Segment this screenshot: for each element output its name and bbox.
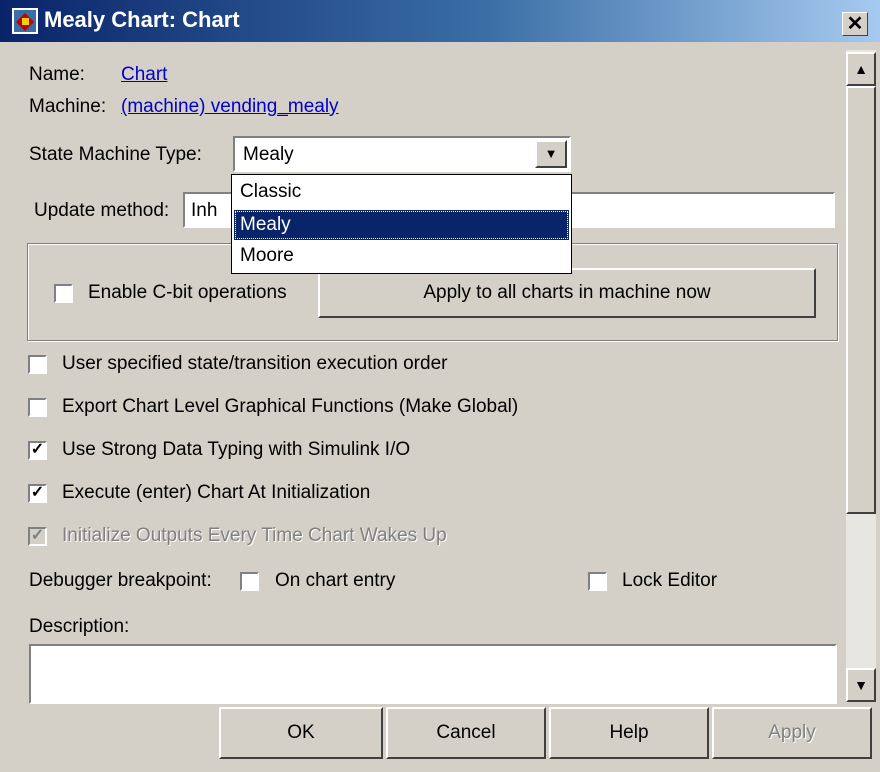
name-label: Name:: [29, 64, 85, 85]
lock-editor-label: Lock Editor: [622, 570, 718, 591]
ok-button[interactable]: OK: [219, 707, 383, 759]
option-moore[interactable]: Moore: [234, 241, 569, 271]
option-mealy[interactable]: Mealy: [234, 210, 569, 240]
apply-to-all-button[interactable]: Apply to all charts in machine now: [318, 268, 816, 318]
execution-order-checkbox[interactable]: [28, 355, 47, 374]
state-machine-type-select[interactable]: Mealy ▼: [233, 136, 571, 172]
check-icon: ✓: [30, 441, 45, 458]
cbit-checkbox[interactable]: [54, 284, 73, 303]
state-machine-type-label: State Machine Type:: [29, 144, 202, 165]
state-machine-type-dropdown-list: Classic Mealy Moore: [231, 174, 572, 274]
export-functions-checkbox[interactable]: [28, 398, 47, 417]
machine-label: Machine:: [29, 96, 107, 117]
chart-entry-label: On chart entry: [275, 570, 396, 591]
chart-name-link[interactable]: Chart: [121, 64, 167, 86]
description-textarea[interactable]: [29, 644, 837, 704]
scroll-down-icon[interactable]: ▼: [846, 668, 876, 702]
chart-entry-checkbox[interactable]: [240, 572, 259, 591]
machine-link[interactable]: (machine) vending_mealy: [121, 96, 339, 118]
strong-typing-checkbox[interactable]: ✓: [28, 441, 47, 460]
cbit-label: Enable C-bit operations: [88, 282, 287, 303]
export-functions-label: Export Chart Level Graphical Functions (…: [62, 396, 519, 417]
scroll-up-icon[interactable]: ▲: [846, 52, 876, 86]
option-classic[interactable]: Classic: [234, 177, 569, 207]
debugger-label: Debugger breakpoint:: [29, 570, 212, 591]
dropdown-arrow-icon[interactable]: ▼: [535, 140, 567, 168]
check-icon: ✓: [30, 527, 45, 544]
update-method-label: Update method:: [34, 200, 170, 221]
close-icon[interactable]: ✕: [842, 12, 868, 36]
update-method-value: Inh: [191, 200, 218, 221]
strong-typing-label: Use Strong Data Typing with Simulink I/O: [62, 439, 411, 460]
description-label: Description:: [29, 616, 130, 637]
state-machine-type-value: Mealy: [243, 144, 294, 165]
window-title: Mealy Chart: Chart: [44, 7, 240, 32]
execution-order-label: User specified state/transition executio…: [62, 353, 448, 374]
execute-at-init-label: Execute (enter) Chart At Initialization: [62, 482, 371, 503]
stateflow-app-icon: [12, 8, 38, 34]
help-button[interactable]: Help: [549, 707, 709, 759]
initialize-outputs-checkbox: ✓: [28, 527, 47, 546]
execute-at-init-checkbox[interactable]: ✓: [28, 484, 47, 503]
initialize-outputs-label: Initialize Outputs Every Time Chart Wake…: [62, 525, 447, 546]
check-icon: ✓: [30, 484, 45, 501]
cancel-button[interactable]: Cancel: [386, 707, 546, 759]
apply-button[interactable]: Apply: [712, 707, 872, 759]
scrollbar-thumb[interactable]: [846, 86, 876, 514]
lock-editor-checkbox[interactable]: [588, 572, 607, 591]
